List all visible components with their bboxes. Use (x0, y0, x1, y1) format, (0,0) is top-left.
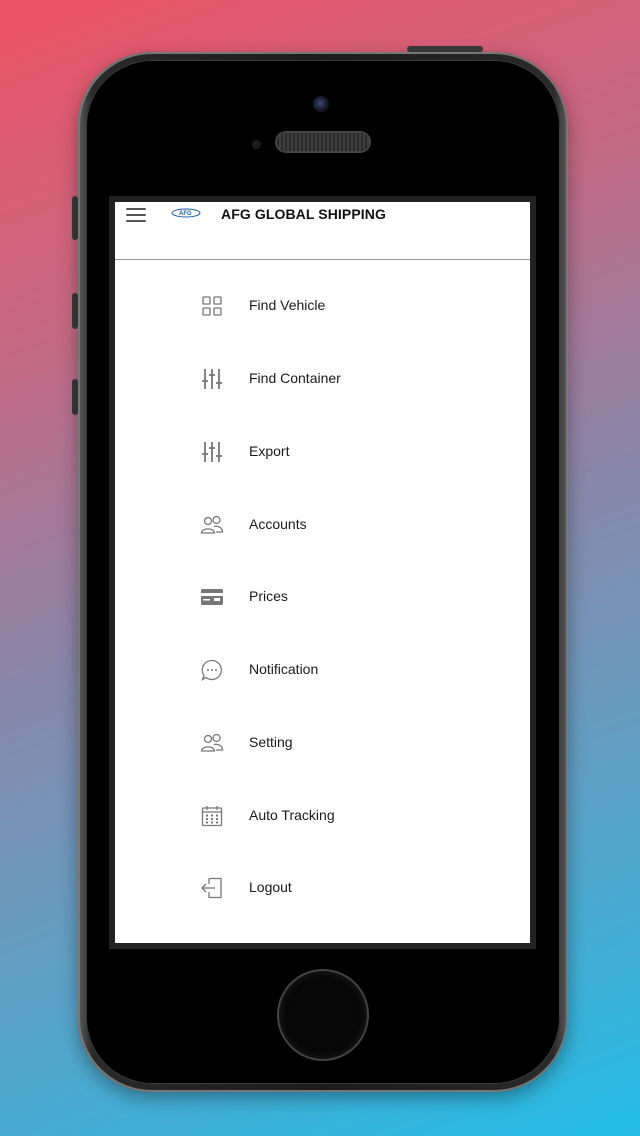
home-button (279, 971, 367, 1059)
chat-bubble-icon (201, 659, 222, 681)
menu-label-notification: Notification (249, 661, 319, 677)
menu-label-logout: Logout (249, 879, 292, 895)
app-screen: AFG AFG GLOBAL SHIPPING Find Vehicle Fin… (115, 202, 530, 943)
proximity-sensor (252, 140, 261, 149)
calendar-icon (201, 806, 223, 827)
credit-card-icon (201, 589, 223, 605)
menu-item-find-container[interactable]: Find Container (115, 351, 530, 407)
front-camera (313, 96, 329, 112)
users-icon (200, 515, 224, 534)
menu-label-auto-tracking: Auto Tracking (249, 807, 335, 823)
menu-item-export[interactable]: Export (115, 424, 530, 480)
menu-label-accounts: Accounts (249, 516, 307, 532)
hamburger-menu-icon[interactable] (126, 208, 146, 222)
menu-item-notification[interactable]: Notification (115, 642, 530, 698)
users-icon (200, 733, 224, 752)
menu-item-accounts[interactable]: Accounts (115, 497, 530, 553)
menu-label-find-container: Find Container (249, 370, 341, 386)
logout-icon (201, 877, 222, 899)
app-header: AFG AFG GLOBAL SHIPPING (115, 202, 530, 260)
logo-text: AFG (179, 211, 192, 217)
menu-item-find-vehicle[interactable]: Find Vehicle (115, 278, 530, 334)
app-title: AFG GLOBAL SHIPPING (221, 206, 386, 222)
menu-item-logout[interactable]: Logout (115, 860, 530, 916)
sliders-icon (202, 442, 222, 462)
menu-item-auto-tracking[interactable]: Auto Tracking (115, 788, 530, 844)
menu-label-prices: Prices (249, 588, 288, 604)
menu-item-setting[interactable]: Setting (115, 715, 530, 771)
sliders-icon (202, 369, 222, 389)
grid-icon (202, 296, 222, 316)
earpiece-speaker (277, 133, 369, 151)
menu-label-export: Export (249, 443, 290, 459)
menu-label-find-vehicle: Find Vehicle (249, 297, 326, 313)
afg-logo: AFG (171, 208, 201, 218)
menu-item-prices[interactable]: Prices (115, 569, 530, 625)
menu-label-setting: Setting (249, 734, 293, 750)
